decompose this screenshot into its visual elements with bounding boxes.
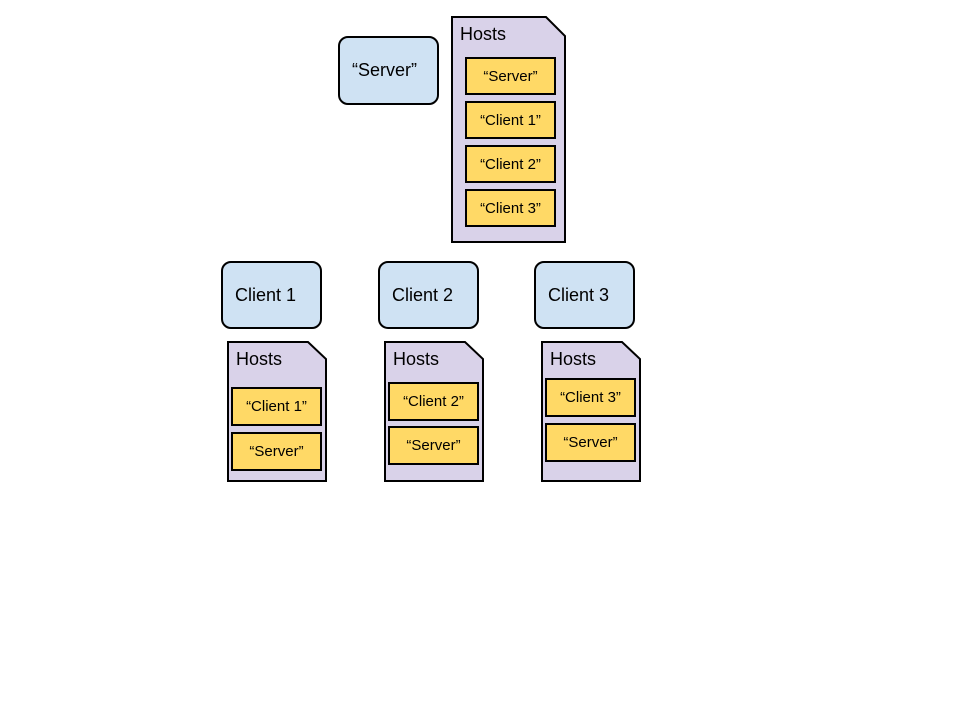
hosts-entry: “Server” <box>465 57 556 95</box>
client-node-label: Client 1 <box>235 284 297 305</box>
server-node-label: “Server” <box>352 60 418 80</box>
hosts-entry: “Server” <box>545 423 636 462</box>
hosts-entry: “Client 2” <box>465 145 556 183</box>
server-node: “Server” <box>338 36 439 105</box>
server-hosts-file: Hosts “Server” “Client 1” “Client 2” “Cl… <box>451 16 566 243</box>
client-2-hosts-file: Hosts “Client 2” “Server” <box>384 341 484 482</box>
hosts-entry: “Client 2” <box>388 382 479 421</box>
hosts-entry: “Server” <box>388 426 479 465</box>
client-3-hosts-file: Hosts “Client 3” “Server” <box>541 341 641 482</box>
hosts-title: Hosts <box>550 349 597 369</box>
hosts-entry: “Client 1” <box>465 101 556 139</box>
hosts-entry: “Client 1” <box>231 387 322 426</box>
hosts-title: Hosts <box>393 349 440 369</box>
client-node-label: Client 3 <box>548 284 610 305</box>
hosts-entry: “Client 3” <box>545 378 636 417</box>
client-3-node: Client 3 <box>534 261 635 329</box>
client-2-node: Client 2 <box>378 261 479 329</box>
hosts-entry: “Server” <box>231 432 322 471</box>
client-1-node: Client 1 <box>221 261 322 329</box>
hosts-title: Hosts <box>460 24 507 44</box>
client-1-hosts-file: Hosts “Client 1” “Server” <box>227 341 327 482</box>
hosts-title: Hosts <box>236 349 283 369</box>
hosts-entry: “Client 3” <box>465 189 556 227</box>
client-node-label: Client 2 <box>392 284 454 305</box>
